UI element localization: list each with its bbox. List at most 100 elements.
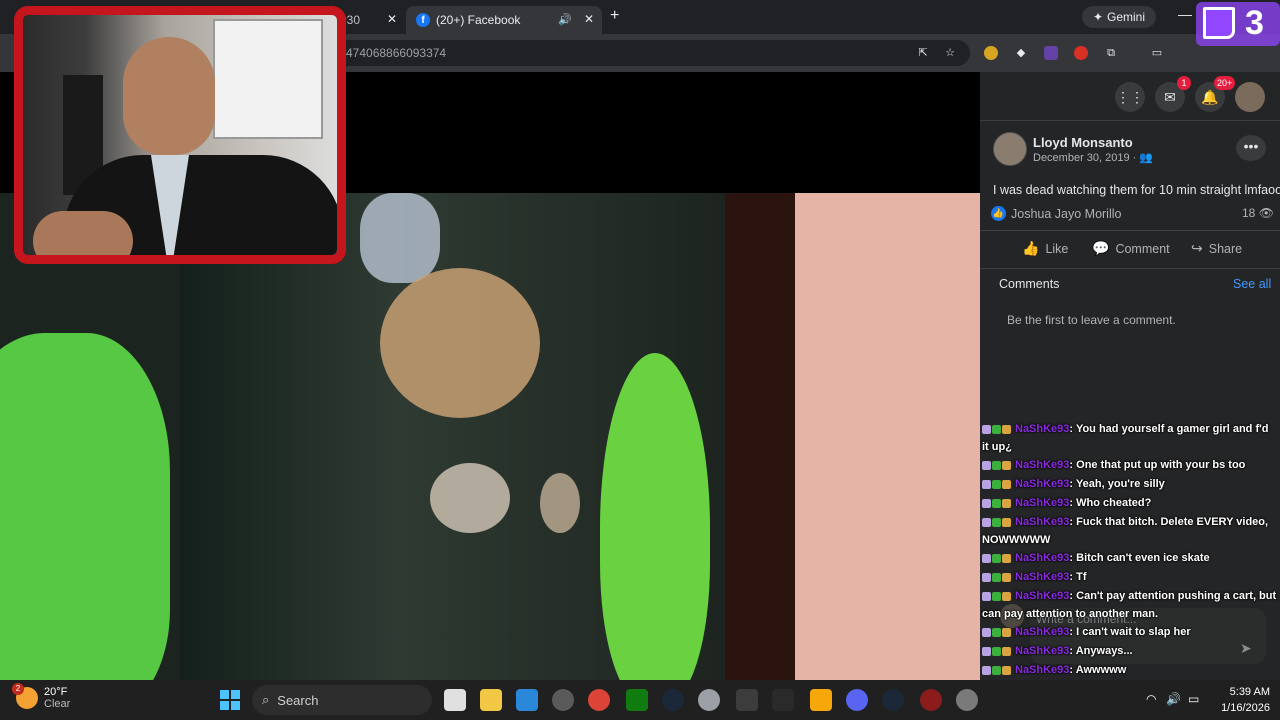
chat-badge-icon — [992, 665, 1001, 675]
search-icon: ⌕ — [262, 692, 270, 707]
browser-tab-facebook[interactable]: f (20+) Facebook 🔊 ✕ — [406, 6, 602, 34]
rockstar-icon[interactable] — [810, 689, 832, 711]
twitch-count: 3 — [1245, 4, 1264, 42]
post-date[interactable]: December 30, 2019 · 👥 — [1033, 151, 1153, 164]
see-all-link[interactable]: See all — [1233, 277, 1271, 291]
app-icon[interactable] — [920, 689, 942, 711]
chat-badge-icon — [992, 646, 1001, 656]
temperature: 20°F — [44, 686, 68, 698]
post-date-text: December 30, 2019 · — [1033, 152, 1140, 164]
chat-badge-icon — [982, 460, 991, 470]
system-clock[interactable]: 5:39 AM 1/16/2026 — [1210, 684, 1270, 716]
post-text: I was dead watching them for 10 min stra… — [993, 183, 1280, 197]
chat-badge-icon — [982, 424, 991, 434]
chat-badge-icon — [992, 460, 1001, 470]
chat-username[interactable]: NaShKe93 — [1015, 626, 1069, 638]
bookmark-star-icon[interactable]: ☆ — [943, 46, 957, 60]
aquarium-video[interactable] — [0, 193, 980, 704]
minimize-window-button[interactable]: — — [1178, 6, 1192, 22]
close-tab-icon[interactable]: ✕ — [584, 12, 594, 26]
settings-gear-icon[interactable] — [956, 689, 978, 711]
battery-icon[interactable]: ▭ — [1188, 692, 1199, 706]
reaction-names[interactable]: Joshua Jayo Morillo — [1011, 207, 1121, 221]
volume-icon[interactable]: 🔊 — [1166, 692, 1181, 706]
start-button[interactable] — [220, 690, 240, 710]
chat-badge-icon — [1002, 553, 1011, 563]
gemini-button[interactable]: ✦ Gemini — [1082, 6, 1156, 28]
like-button[interactable]: 👍 Like — [1022, 240, 1068, 257]
chat-badge-icon — [992, 498, 1001, 508]
extension-diamond-icon[interactable]: ◆ — [1014, 46, 1028, 60]
extension-color-icon[interactable] — [984, 46, 998, 60]
chat-username[interactable]: NaShKe93 — [1015, 664, 1069, 676]
chat-username[interactable]: NaShKe93 — [1015, 423, 1069, 435]
speaker-icon[interactable]: 🔊 — [558, 13, 572, 26]
comment-button[interactable]: 💬 Comment — [1092, 240, 1170, 257]
chat-badges — [982, 494, 1012, 512]
discord-icon[interactable] — [846, 689, 868, 711]
file-explorer-icon[interactable] — [480, 689, 502, 711]
extension-red-icon[interactable] — [1074, 46, 1088, 60]
profile-avatar[interactable] — [1235, 82, 1265, 112]
install-app-icon[interactable]: ⇱ — [916, 46, 930, 60]
weather-widget[interactable]: 2 20°F Clear — [12, 683, 70, 710]
chat-text: : Bitch can't even ice skate — [1069, 552, 1210, 564]
post-author-name[interactable]: Lloyd Monsanto — [1033, 135, 1133, 150]
windows-logo-icon — [220, 701, 229, 710]
notifications-badge: 20+ — [1214, 76, 1236, 90]
green-leaf — [600, 353, 710, 703]
chat-message: NaShKe93: One that put up with your bs t… — [982, 456, 1278, 474]
menu-grid-icon[interactable]: ⋮⋮ — [1115, 82, 1145, 112]
app-icon[interactable] — [552, 689, 574, 711]
close-tab-icon[interactable]: ✕ — [387, 12, 397, 26]
facebook-favicon-icon: f — [416, 13, 430, 27]
chat-badge-icon — [982, 517, 991, 527]
chrome-icon[interactable] — [588, 689, 610, 711]
facebook-topbar: ⋮⋮ ✉ 1 🔔 20+ — [980, 72, 1280, 120]
taskbar-search[interactable]: ⌕ Search — [252, 685, 432, 715]
blurred-object — [360, 193, 440, 283]
extensions-puzzle-icon[interactable]: ⧉ — [1104, 46, 1118, 60]
xbox-icon[interactable] — [626, 689, 648, 711]
post-options-button[interactable]: ••• — [1236, 135, 1266, 161]
chat-username[interactable]: NaShKe93 — [1015, 478, 1069, 490]
chat-username[interactable]: NaShKe93 — [1015, 516, 1069, 528]
comments-heading: Comments — [999, 277, 1060, 291]
green-leaf — [0, 333, 170, 704]
wifi-icon[interactable]: ◠ — [1146, 692, 1156, 706]
chat-message: NaShKe93: Can't pay attention pushing a … — [982, 587, 1278, 623]
chat-message: NaShKe93: Bitch can't even ice skate — [982, 549, 1278, 567]
epic-games-icon[interactable] — [772, 689, 794, 711]
steam-icon[interactable] — [662, 689, 684, 711]
chat-username[interactable]: NaShKe93 — [1015, 590, 1069, 602]
chat-text: : Awwwww — [1069, 664, 1127, 676]
chat-badge-icon — [1002, 627, 1011, 637]
cast-icon[interactable]: ▭ — [1150, 46, 1164, 60]
chat-badge-icon — [982, 479, 991, 489]
chat-badge-icon — [1002, 665, 1011, 675]
comment-label: Comment — [1115, 241, 1170, 256]
new-tab-button[interactable]: + — [610, 7, 619, 25]
like-reaction-icon: 👍 — [991, 206, 1006, 221]
url-field[interactable]: 474068866093374 — [340, 40, 970, 66]
app-icon[interactable] — [698, 689, 720, 711]
messenger-badge: 1 — [1177, 76, 1191, 90]
chat-text: : Yeah, you're silly — [1069, 478, 1165, 490]
windows-logo-icon — [231, 701, 240, 710]
twitch-extension-icon[interactable] — [1044, 46, 1058, 60]
divider — [980, 120, 1280, 121]
store-icon[interactable] — [516, 689, 538, 711]
7zip-icon[interactable] — [736, 689, 758, 711]
chat-username[interactable]: NaShKe93 — [1015, 552, 1069, 564]
chat-username[interactable]: NaShKe93 — [1015, 645, 1069, 657]
chat-username[interactable]: NaShKe93 — [1015, 459, 1069, 471]
chat-message: NaShKe93: Yeah, you're silly — [982, 475, 1278, 493]
post-author-avatar[interactable] — [993, 132, 1027, 166]
steam-icon[interactable] — [882, 689, 904, 711]
chat-username[interactable]: NaShKe93 — [1015, 497, 1069, 509]
chat-badge-icon — [982, 553, 991, 563]
screen: 930 ✕ f (20+) Facebook 🔊 ✕ + ✦ Gemini — … — [0, 0, 1280, 720]
chat-username[interactable]: NaShKe93 — [1015, 571, 1069, 583]
share-button[interactable]: ↪ Share — [1191, 240, 1242, 257]
taskbar-app-icon[interactable] — [444, 689, 466, 711]
